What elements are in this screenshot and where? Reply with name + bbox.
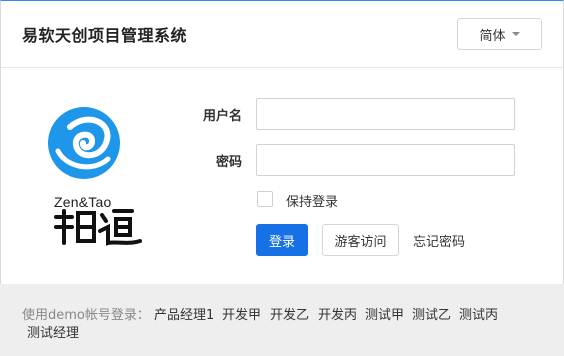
demo-user-link[interactable]: 测试经理 [27,322,79,341]
demo-user-link[interactable]: 开发丙 [318,304,357,323]
guest-access-button[interactable]: 游客访问 [322,224,399,256]
app-title: 易软天创项目管理系统 [22,26,188,45]
username-label: 用户名 [202,109,242,124]
username-field[interactable] [256,98,515,130]
demo-user-link[interactable]: 测试甲 [365,304,404,323]
forgot-password-link[interactable]: 忘记密码 [413,231,465,250]
keep-login-label[interactable]: 保持登录 [286,191,338,210]
demo-user-link[interactable]: 测试乙 [412,304,451,323]
zentao-logo [48,107,142,246]
caret-down-icon [511,32,520,36]
login-button[interactable]: 登录 [256,224,308,256]
logo-seal-icon [54,209,142,246]
logo-wordmark: Zen&Tao [54,194,112,210]
language-label: 简体 [479,28,506,44]
password-field[interactable] [256,144,515,176]
keep-login-checkbox[interactable] [257,191,273,207]
password-label: 密码 [215,155,242,170]
demo-accounts-footer: 使用demo帐号登录： 产品经理1 开发甲 开发乙 开发丙 测试甲 测试乙 测试… [0,284,564,356]
demo-user-link[interactable]: 测试丙 [459,304,498,323]
language-select-button[interactable]: 简体 [457,18,542,50]
demo-user-link[interactable]: 开发甲 [222,304,261,323]
login-header: 易软天创项目管理系统 简体 [0,0,564,68]
demo-user-link[interactable]: 开发乙 [270,304,309,323]
demo-user-link[interactable]: 产品经理1 [154,304,214,323]
demo-accounts-prefix: 使用demo帐号登录： [22,308,150,323]
